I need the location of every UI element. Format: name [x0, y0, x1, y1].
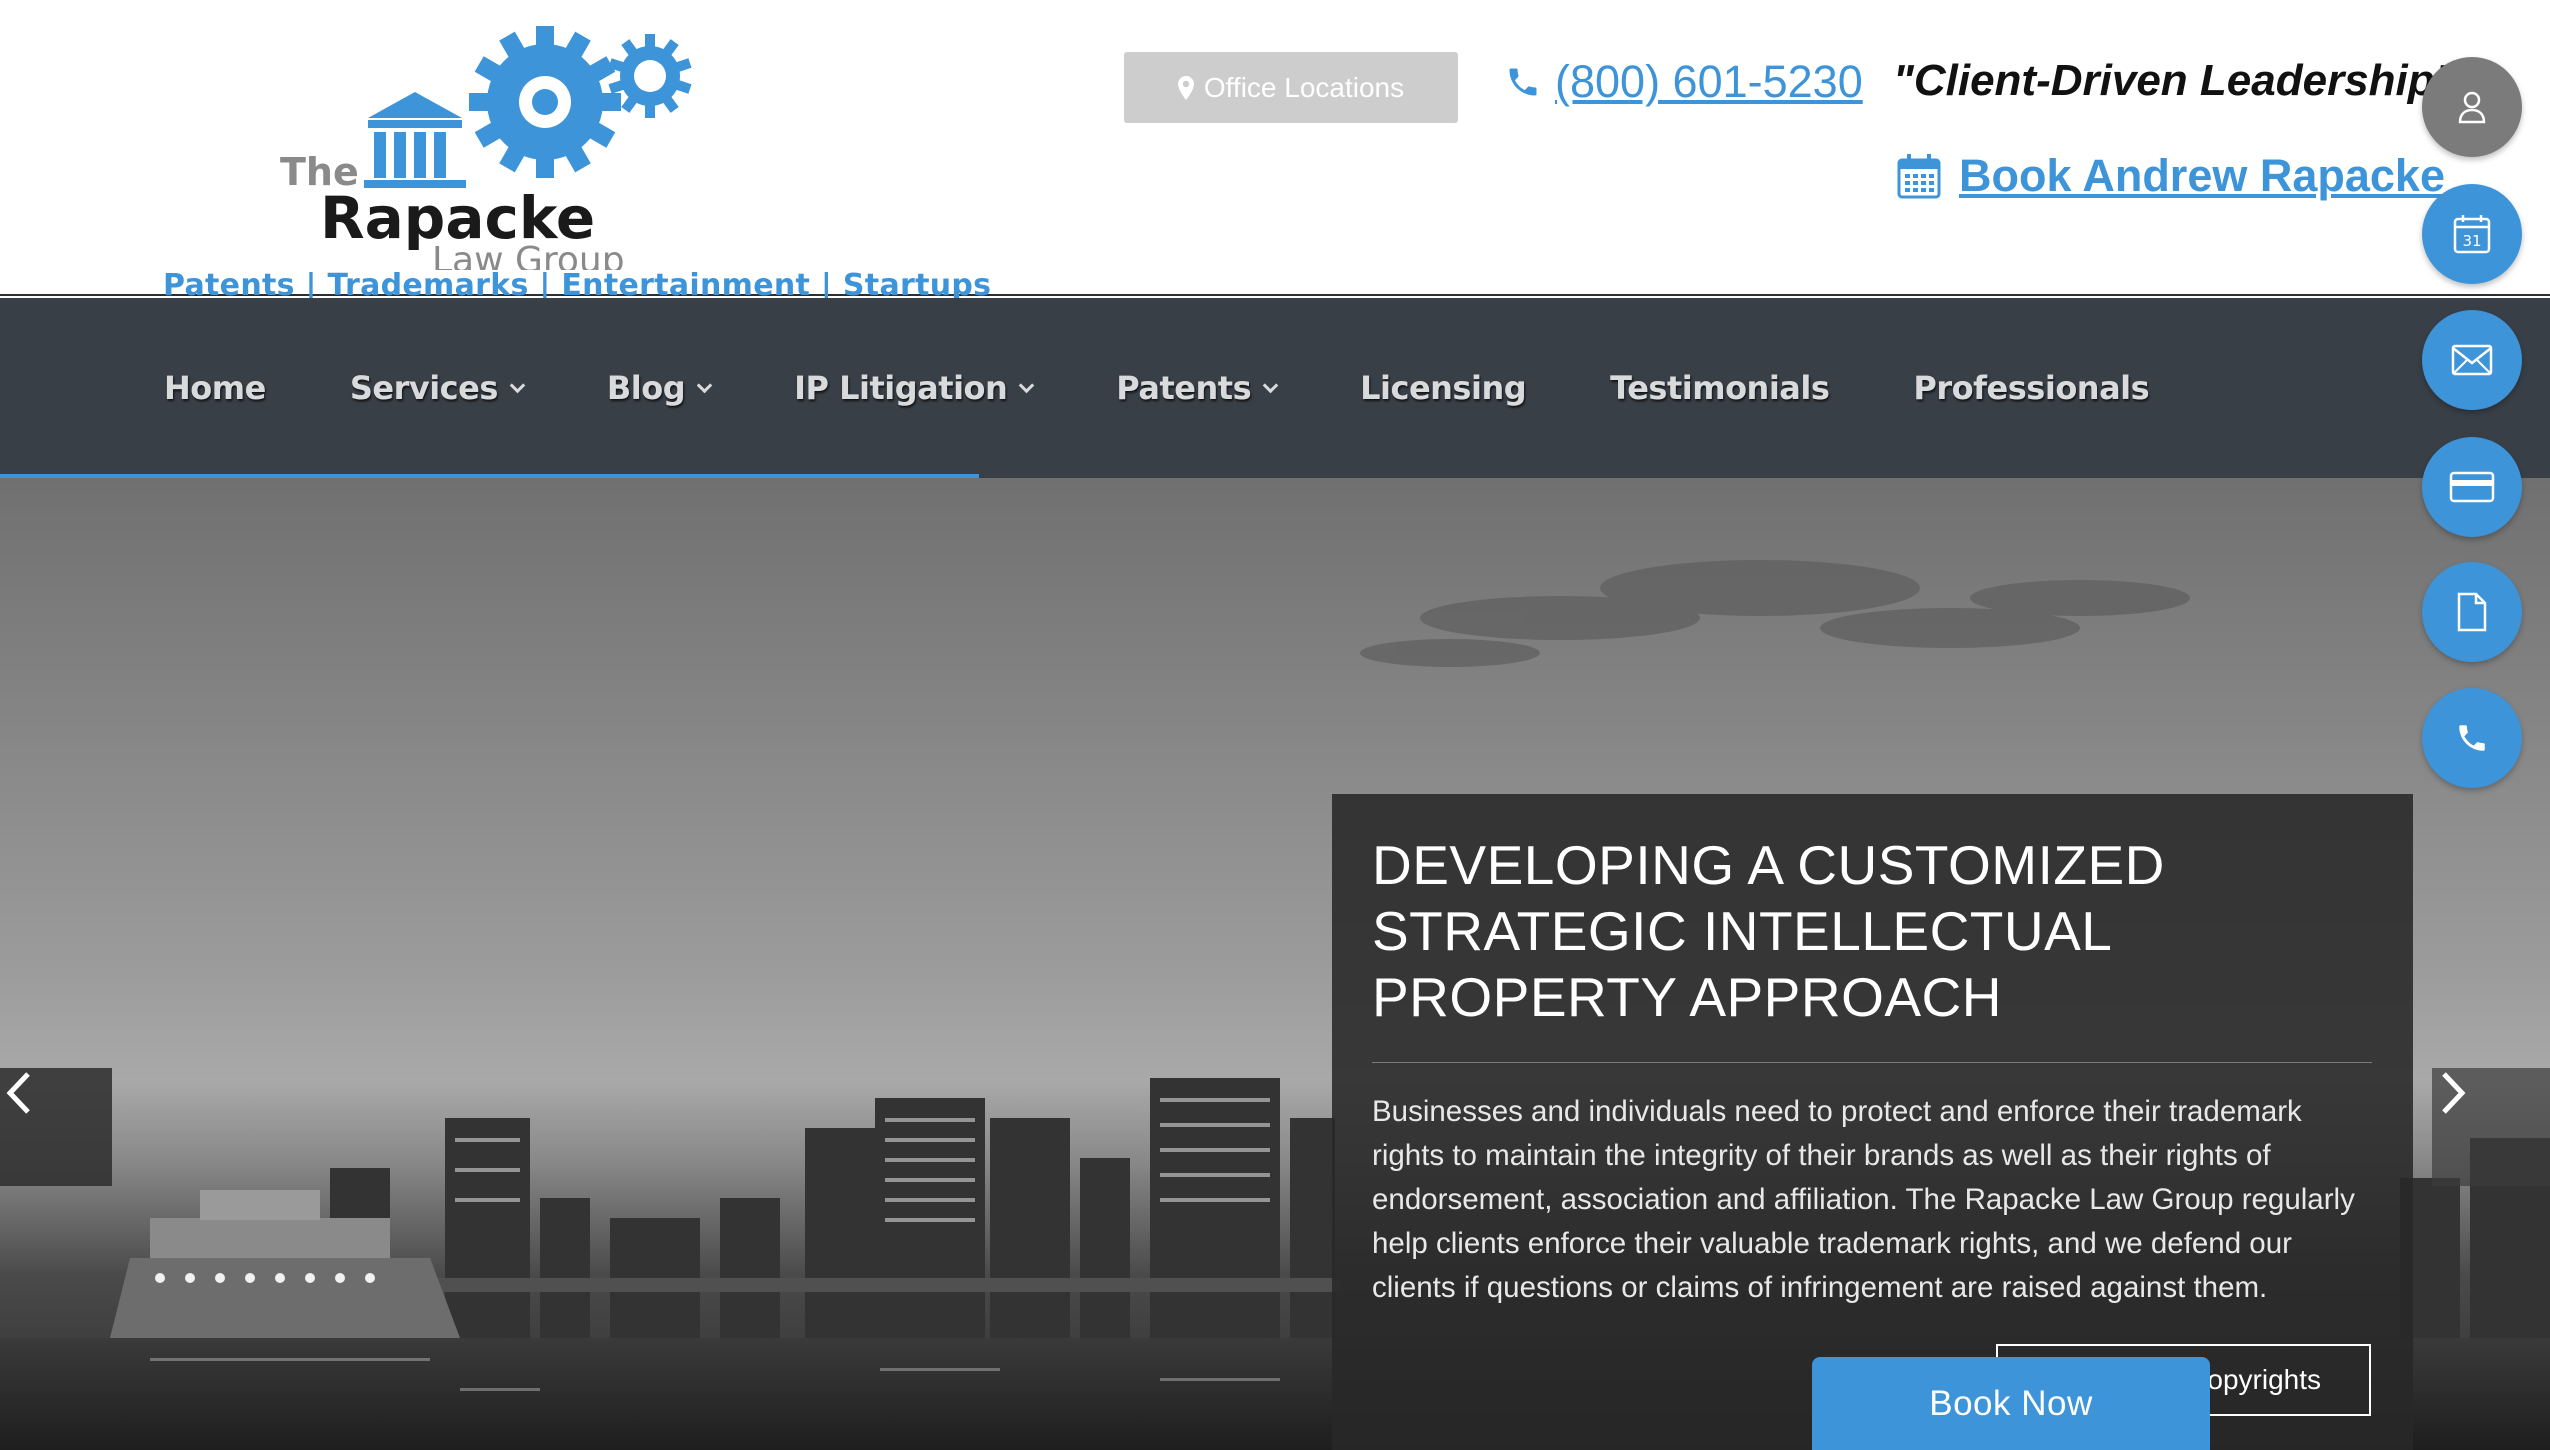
nav-item-services[interactable]: Services	[349, 369, 526, 407]
nav-item-professionals[interactable]: Professionals	[1913, 369, 2149, 407]
email-button[interactable]	[2422, 310, 2522, 410]
office-locations-button[interactable]: Office Locations	[1124, 52, 1458, 123]
office-locations-label: Office Locations	[1203, 71, 1405, 103]
calendar-icon	[1897, 154, 1941, 199]
slider-prev-button[interactable]	[0, 1068, 112, 1186]
book-andrew-link[interactable]: Book Andrew Rapacke	[1897, 150, 2445, 202]
nav-item-label: Testimonials	[1610, 369, 1830, 407]
slogan: "Client-Driven Leadership"	[1893, 56, 2456, 105]
nav-list: Home Services Blog IP Litigation Patents Lice…	[164, 298, 2233, 478]
nav-item-patents[interactable]: Patents	[1116, 369, 1279, 407]
mail-icon	[2451, 344, 2493, 376]
nav-item-label: Patents	[1116, 369, 1252, 407]
phone-icon	[2459, 725, 2485, 751]
document-icon	[2457, 592, 2487, 632]
chevron-right-icon	[2442, 1072, 2466, 1114]
nav-item-testimonials[interactable]: Testimonials	[1610, 369, 1830, 407]
user-button[interactable]	[2422, 57, 2522, 157]
calendar-button[interactable]: 31	[2422, 184, 2522, 284]
main-navigation: Home Services Blog IP Litigation Patents Lice…	[0, 298, 2550, 478]
nav-item-label: Services	[349, 369, 499, 407]
phone-icon	[1509, 68, 1537, 96]
site-header: The Rapacke Law Group Patents | Trademar…	[0, 0, 2550, 303]
phone-number: (800) 601-5230	[1555, 56, 1863, 107]
logo-subname: Law Group	[432, 240, 625, 270]
nav-item-label: Professionals	[1913, 369, 2150, 407]
nav-item-label: Home	[164, 369, 266, 407]
nav-item-blog[interactable]: Blog	[606, 369, 713, 407]
user-icon	[2458, 91, 2486, 124]
hero-title: DEVELOPING A CUSTOMIZED STRATEGIC INTELL…	[1372, 834, 2165, 1028]
calendar-day: 31	[2462, 232, 2481, 250]
chevron-left-icon	[6, 1072, 30, 1114]
chevron-down-icon	[1262, 377, 1279, 393]
map-pin-icon	[1177, 75, 1194, 100]
nav-item-licensing[interactable]: Licensing	[1360, 369, 1527, 407]
chevron-down-icon	[1019, 377, 1035, 393]
nav-item-label: Blog	[606, 369, 686, 407]
slider-next-button[interactable]	[2432, 1068, 2550, 1186]
hero-body-text: Businesses and individuals need to prote…	[1372, 1095, 2355, 1304]
nav-item-ip-litigation[interactable]: IP Litigation	[794, 369, 1035, 407]
caption-divider	[1372, 1062, 2372, 1063]
phone-link[interactable]: (800) 601-5230	[1505, 56, 1863, 108]
credit-card-icon	[2449, 471, 2495, 503]
call-button[interactable]	[2422, 688, 2522, 788]
nav-item-label: IP Litigation	[794, 369, 1008, 407]
payment-button[interactable]	[2422, 437, 2522, 537]
nav-item-label: Licensing	[1360, 369, 1527, 407]
chevron-down-icon	[509, 377, 526, 393]
chevron-down-icon	[696, 377, 713, 393]
book-now-button[interactable]: Book Now	[1812, 1357, 2210, 1450]
document-button[interactable]	[2422, 562, 2522, 662]
site-logo[interactable]: The Rapacke Law Group Patents | Trademar…	[150, 20, 991, 303]
hero-slider: DEVELOPING A CUSTOMIZED STRATEGIC INTELL…	[0, 478, 2550, 1450]
calendar-icon: 31	[2453, 215, 2491, 254]
book-andrew-label: Book Andrew Rapacke	[1959, 150, 2445, 201]
logo-graphic: The Rapacke Law Group	[280, 26, 692, 270]
nav-item-home[interactable]: Home	[164, 369, 266, 407]
